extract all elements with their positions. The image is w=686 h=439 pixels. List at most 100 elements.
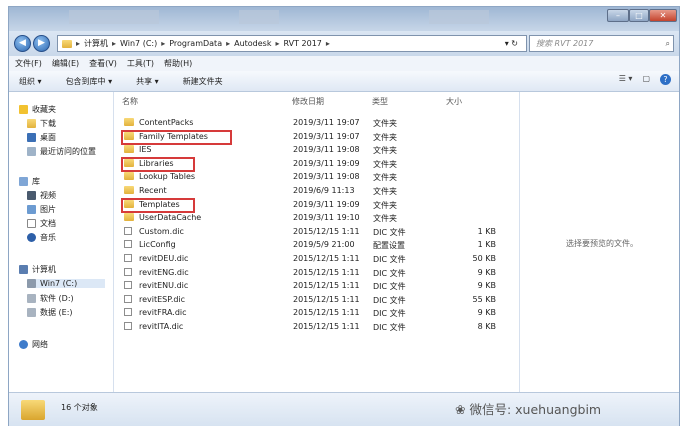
- file-row[interactable]: Libraries 2019/3/11 19:09 文件夹: [120, 156, 500, 172]
- nav-pictures[interactable]: 图片: [27, 204, 56, 215]
- nav-drive-c[interactable]: Win7 (C:): [27, 279, 105, 288]
- file-type: 文件夹: [373, 200, 397, 210]
- refresh-icon[interactable]: ▾ ↻: [505, 39, 518, 48]
- watermark: ❀ 微信号: xuehuangbim: [455, 399, 601, 418]
- column-header-type[interactable]: 类型: [372, 96, 388, 107]
- nav-computer[interactable]: 计算机: [19, 264, 56, 275]
- file-size: 9 KB: [477, 267, 496, 277]
- blurred-title: [239, 10, 279, 24]
- nav-downloads[interactable]: 下载: [27, 118, 56, 129]
- breadcrumb-segment[interactable]: RVT 2017: [284, 39, 322, 48]
- download-icon: [27, 119, 36, 128]
- help-icon[interactable]: ?: [660, 74, 671, 85]
- file-row[interactable]: Custom.dic 2015/12/15 1:11 DIC 文件 1 KB: [120, 226, 500, 239]
- address-bar[interactable]: ▸ 计算机 ▸ Win7 (C:) ▸ ProgramData ▸ Autodesk ▸…: [57, 35, 527, 52]
- file-date: 2019/3/11 19:09: [293, 199, 360, 209]
- file-name: Custom.dic: [139, 226, 184, 236]
- file-type: 文件夹: [373, 187, 397, 196]
- file-size: 9 KB: [477, 308, 496, 318]
- title-bar: – □ ✕: [9, 7, 679, 31]
- file-name: revitENU.dic: [139, 281, 189, 291]
- forward-icon[interactable]: ▶: [33, 35, 50, 52]
- menu-help[interactable]: 帮助(H): [164, 58, 192, 69]
- file-row[interactable]: revitESP.dic 2015/12/15 1:11 DIC 文件 55 KB: [120, 294, 500, 307]
- menu-file[interactable]: 文件(F): [15, 58, 42, 69]
- file-type: 文件夹: [373, 146, 397, 156]
- nav-drive-e[interactable]: 数据 (E:): [27, 307, 73, 318]
- file-row[interactable]: LicConfig 2019/5/9 21:00 配置设置 1 KB: [120, 240, 500, 252]
- file-row[interactable]: IES 2019/3/11 19:08 文件夹: [120, 145, 500, 157]
- breadcrumb-segment[interactable]: Autodesk: [234, 39, 271, 48]
- back-icon[interactable]: ◀: [14, 35, 31, 52]
- folder-icon: [21, 400, 45, 420]
- nav-drive-d[interactable]: 软件 (D:): [27, 293, 74, 304]
- column-header-name[interactable]: 名称: [122, 96, 138, 107]
- nav-label: 软件 (D:): [40, 294, 74, 303]
- breadcrumb-segment[interactable]: ProgramData: [169, 39, 222, 48]
- column-header-date[interactable]: 修改日期: [292, 96, 324, 107]
- nav-music[interactable]: 音乐: [27, 232, 56, 243]
- file-row[interactable]: revitDEU.dic 2015/12/15 1:11 DIC 文件 50 KB: [120, 254, 500, 266]
- file-date: 2019/3/11 19:08: [293, 172, 360, 182]
- nav-favorites[interactable]: 收藏夹: [19, 104, 56, 115]
- file-row[interactable]: Recent 2019/6/9 11:13 文件夹: [120, 186, 500, 198]
- desktop-icon: [27, 133, 36, 142]
- maximize-button[interactable]: □: [629, 9, 649, 22]
- file-row[interactable]: Lookup Tables 2019/3/11 19:08 文件夹: [120, 172, 500, 184]
- file-size: 9 KB: [477, 281, 496, 291]
- organize-button[interactable]: 组织 ▾: [19, 76, 42, 87]
- nav-network[interactable]: 网络: [19, 339, 48, 350]
- file-row[interactable]: Family Templates 2019/3/11 19:07 文件夹: [120, 129, 500, 145]
- nav-label: 视频: [40, 191, 56, 200]
- nav-label: 最近访问的位置: [40, 147, 96, 156]
- nav-label: 文档: [40, 219, 56, 228]
- include-in-library-button[interactable]: 包含到库中 ▾: [66, 76, 113, 87]
- close-button[interactable]: ✕: [649, 9, 677, 22]
- menu-tools[interactable]: 工具(T): [127, 58, 154, 69]
- menu-view[interactable]: 查看(V): [89, 58, 117, 69]
- breadcrumb-segment[interactable]: 计算机: [84, 38, 108, 49]
- file-row[interactable]: Templates 2019/3/11 19:09 文件夹: [120, 197, 500, 213]
- nav-label: 数据 (E:): [40, 308, 73, 317]
- file-icon: [124, 294, 132, 303]
- file-type: 文件夹: [373, 119, 397, 128]
- folder-icon: [124, 186, 134, 194]
- menu-edit[interactable]: 编辑(E): [52, 58, 79, 69]
- column-header-size[interactable]: 大小: [446, 96, 462, 107]
- nav-videos[interactable]: 视频: [27, 190, 56, 201]
- drive-icon: [27, 308, 36, 317]
- preview-pane-icon[interactable]: ▢: [642, 74, 650, 85]
- file-date: 2015/12/15 1:11: [293, 308, 360, 318]
- view-options-icon[interactable]: ☰ ▾: [619, 74, 633, 85]
- nav-desktop[interactable]: 桌面: [27, 132, 56, 143]
- file-date: 2019/3/11 19:10: [293, 213, 360, 223]
- breadcrumb-segment[interactable]: Win7 (C:): [120, 39, 157, 48]
- file-row[interactable]: revitFRA.dic 2015/12/15 1:11 DIC 文件 9 KB: [120, 308, 500, 320]
- folder-icon: [62, 39, 72, 48]
- search-icon[interactable]: ⌕: [666, 36, 670, 51]
- folder-icon: [124, 118, 134, 126]
- nav-label: 下载: [40, 119, 56, 128]
- file-date: 2015/12/15 1:11: [293, 322, 360, 331]
- computer-icon: [19, 265, 28, 274]
- new-folder-button[interactable]: 新建文件夹: [183, 76, 223, 87]
- file-row[interactable]: revitENU.dic 2015/12/15 1:11 DIC 文件 9 KB: [120, 281, 500, 293]
- nav-documents[interactable]: 文档: [27, 218, 56, 229]
- file-icon: [124, 226, 132, 235]
- network-icon: [19, 340, 28, 349]
- nav-recent-places[interactable]: 最近访问的位置: [27, 146, 96, 157]
- nav-label: 收藏夹: [32, 105, 56, 114]
- file-date: 2019/3/11 19:07: [293, 131, 360, 141]
- file-date: 2019/3/11 19:09: [293, 158, 360, 168]
- video-icon: [27, 191, 36, 200]
- nav-libraries[interactable]: 库: [19, 176, 40, 187]
- file-row[interactable]: revitENG.dic 2015/12/15 1:11 DIC 文件 9 KB: [120, 267, 500, 280]
- file-name: revitENG.dic: [139, 267, 189, 277]
- folder-icon: [124, 213, 134, 222]
- file-row[interactable]: ContentPacks 2019/3/11 19:07 文件夹: [120, 118, 500, 130]
- share-button[interactable]: 共享 ▾: [136, 76, 159, 87]
- file-row[interactable]: revitITA.dic 2015/12/15 1:11 DIC 文件 8 KB: [120, 322, 500, 334]
- file-row[interactable]: UserDataCache 2019/3/11 19:10 文件夹: [120, 213, 500, 225]
- search-input[interactable]: 搜索 RVT 2017 ⌕: [529, 35, 674, 52]
- minimize-button[interactable]: –: [607, 9, 629, 22]
